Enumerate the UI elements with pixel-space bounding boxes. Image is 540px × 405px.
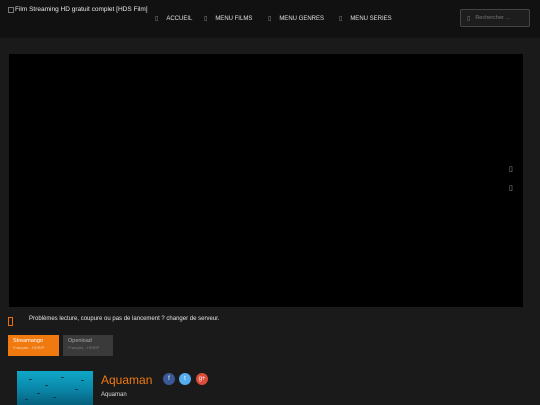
nav-item-menu-genres[interactable]: ▯ MENU GENRES bbox=[268, 15, 324, 23]
home-icon: ▯ bbox=[155, 16, 159, 22]
movie-poster[interactable] bbox=[17, 371, 93, 405]
server-button-streamango[interactable]: Streamango Français - HDRIP bbox=[8, 335, 59, 356]
facebook-share-icon[interactable]: f bbox=[163, 373, 175, 385]
nav-item-label: MENU GENRES bbox=[279, 15, 324, 22]
series-icon: ▯ bbox=[339, 16, 343, 22]
movie-original-title: Aquaman bbox=[101, 392, 127, 398]
warning-icon bbox=[8, 317, 13, 326]
nav-item-menu-films[interactable]: ▯ MENU FILMS bbox=[204, 15, 253, 23]
genres-icon: ▯ bbox=[268, 16, 272, 22]
nav-item-accueil[interactable]: ▯ ACCUEIL bbox=[155, 15, 193, 23]
twitter-share-icon[interactable]: t bbox=[179, 373, 191, 385]
film-icon: ▯ bbox=[204, 16, 208, 22]
expand-icon[interactable]: ▯ bbox=[509, 165, 513, 173]
site-logo-alt: Film Streaming HD gratuit complet [HDS F… bbox=[15, 6, 148, 13]
nav-item-label: MENU SERIES bbox=[350, 15, 392, 22]
server-quality: Français - HDRIP bbox=[68, 345, 100, 350]
light-icon[interactable]: ▯ bbox=[509, 184, 513, 192]
server-button-openload[interactable]: Openload Français - HDRIP bbox=[63, 335, 113, 356]
nav-item-menu-series[interactable]: ▯ MENU SERIES bbox=[339, 15, 392, 23]
broken-image-icon bbox=[8, 6, 14, 13]
nav-item-label: MENU FILMS bbox=[215, 15, 253, 22]
search-box: ▯ bbox=[460, 9, 530, 27]
google-plus-share-icon[interactable]: g+ bbox=[196, 373, 208, 385]
server-name: Openload bbox=[68, 338, 92, 344]
server-name: Streamango bbox=[13, 338, 43, 344]
site-header: Film Streaming HD gratuit complet [HDS F… bbox=[0, 0, 540, 38]
nav-item-label: ACCUEIL bbox=[166, 15, 193, 22]
video-player[interactable]: ▯ ▯ bbox=[9, 54, 523, 307]
server-quality: Français - HDRIP bbox=[13, 345, 45, 350]
movie-title: Aquaman bbox=[101, 373, 153, 387]
site-logo[interactable]: Film Streaming HD gratuit complet [HDS F… bbox=[8, 6, 148, 13]
search-input[interactable] bbox=[475, 15, 524, 21]
search-icon[interactable]: ▯ bbox=[467, 15, 470, 22]
playback-notice: Problèmes lecture, coupure ou pas de lan… bbox=[29, 316, 220, 322]
